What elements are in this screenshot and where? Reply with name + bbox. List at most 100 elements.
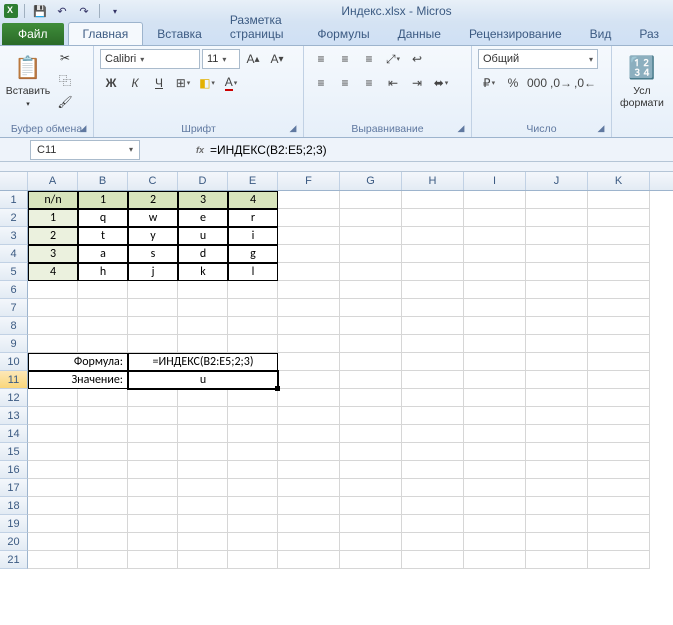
tab-home[interactable]: Главная <box>68 22 144 45</box>
cell[interactable] <box>78 443 128 461</box>
cell[interactable] <box>526 551 588 569</box>
tab-data[interactable]: Данные <box>384 23 455 45</box>
cell[interactable] <box>78 515 128 533</box>
cell[interactable] <box>78 407 128 425</box>
cell[interactable] <box>526 443 588 461</box>
cell[interactable] <box>178 461 228 479</box>
cell[interactable]: a <box>78 245 128 263</box>
border-icon[interactable]: ⊞▾ <box>172 73 194 93</box>
cell[interactable] <box>588 533 650 551</box>
cell[interactable] <box>588 227 650 245</box>
cell[interactable] <box>402 245 464 263</box>
cell[interactable] <box>340 299 402 317</box>
cell[interactable] <box>588 299 650 317</box>
cell[interactable] <box>464 245 526 263</box>
tab-more[interactable]: Раз <box>625 23 673 45</box>
cell[interactable] <box>128 335 178 353</box>
cell[interactable] <box>278 461 340 479</box>
italic-button[interactable]: К <box>124 73 146 93</box>
cell[interactable]: d <box>178 245 228 263</box>
cell[interactable] <box>402 389 464 407</box>
cell[interactable] <box>278 443 340 461</box>
cell[interactable]: h <box>78 263 128 281</box>
name-box[interactable]: C11 ▾ <box>30 140 140 160</box>
cell[interactable]: 3 <box>178 191 228 209</box>
cell[interactable] <box>28 281 78 299</box>
cell[interactable] <box>526 353 588 371</box>
cell[interactable] <box>402 515 464 533</box>
cell[interactable]: 2 <box>28 227 78 245</box>
alignment-launcher-icon[interactable]: ◢ <box>455 123 467 135</box>
cell[interactable] <box>464 443 526 461</box>
cell[interactable] <box>588 497 650 515</box>
cell[interactable] <box>402 263 464 281</box>
row-header[interactable]: 3 <box>0 227 28 245</box>
cell[interactable] <box>464 551 526 569</box>
cell[interactable] <box>464 515 526 533</box>
cell[interactable] <box>178 533 228 551</box>
cell[interactable] <box>464 263 526 281</box>
cell[interactable] <box>228 389 278 407</box>
fill-color-icon[interactable]: ◧▾ <box>196 73 218 93</box>
cell[interactable] <box>178 317 228 335</box>
cell[interactable] <box>278 263 340 281</box>
cell[interactable] <box>526 461 588 479</box>
cell[interactable] <box>228 407 278 425</box>
cell[interactable] <box>588 191 650 209</box>
undo-icon[interactable]: ↶ <box>53 2 71 20</box>
cell[interactable] <box>464 299 526 317</box>
row-header[interactable]: 13 <box>0 407 28 425</box>
cell[interactable] <box>78 551 128 569</box>
row-header[interactable]: 1 <box>0 191 28 209</box>
cell[interactable] <box>340 281 402 299</box>
cell[interactable] <box>78 281 128 299</box>
cell[interactable] <box>28 461 78 479</box>
cell[interactable] <box>340 191 402 209</box>
cell[interactable] <box>402 335 464 353</box>
row-header[interactable]: 8 <box>0 317 28 335</box>
col-header[interactable]: B <box>78 172 128 190</box>
cell[interactable] <box>402 191 464 209</box>
underline-button[interactable]: Ч <box>148 73 170 93</box>
cell[interactable] <box>464 227 526 245</box>
cell[interactable]: 1 <box>78 191 128 209</box>
cell[interactable] <box>402 353 464 371</box>
cell[interactable] <box>340 533 402 551</box>
align-center-icon[interactable]: ≡ <box>334 73 356 93</box>
row-header[interactable]: 21 <box>0 551 28 569</box>
tab-insert[interactable]: Вставка <box>143 23 216 45</box>
cell[interactable] <box>78 317 128 335</box>
cell[interactable]: 4 <box>28 263 78 281</box>
cell[interactable] <box>526 515 588 533</box>
cell[interactable]: e <box>178 209 228 227</box>
cell[interactable] <box>278 515 340 533</box>
cell[interactable] <box>588 245 650 263</box>
col-header[interactable]: E <box>228 172 278 190</box>
cell[interactable] <box>402 227 464 245</box>
tab-formulas[interactable]: Формулы <box>303 23 383 45</box>
row-header[interactable]: 9 <box>0 335 28 353</box>
decrease-decimal-icon[interactable]: ,0← <box>574 73 596 93</box>
col-header[interactable]: J <box>526 172 588 190</box>
row-header[interactable]: 7 <box>0 299 28 317</box>
row-header[interactable]: 14 <box>0 425 28 443</box>
cell[interactable] <box>278 407 340 425</box>
cell[interactable] <box>278 281 340 299</box>
cell[interactable] <box>464 479 526 497</box>
align-middle-icon[interactable]: ≡ <box>334 49 356 69</box>
cell[interactable] <box>278 209 340 227</box>
cell[interactable] <box>128 443 178 461</box>
cell[interactable] <box>588 443 650 461</box>
font-name-combo[interactable]: Calibri▾ <box>100 49 200 69</box>
cell[interactable] <box>278 389 340 407</box>
cell[interactable] <box>178 425 228 443</box>
cell[interactable] <box>228 533 278 551</box>
cell[interactable]: =ИНДЕКС(B2:E5;2;3) <box>128 353 278 371</box>
cell[interactable] <box>526 371 588 389</box>
cell[interactable] <box>128 389 178 407</box>
cell[interactable] <box>178 497 228 515</box>
col-header[interactable]: I <box>464 172 526 190</box>
cell[interactable] <box>526 227 588 245</box>
cell[interactable] <box>402 371 464 389</box>
cell[interactable] <box>128 533 178 551</box>
